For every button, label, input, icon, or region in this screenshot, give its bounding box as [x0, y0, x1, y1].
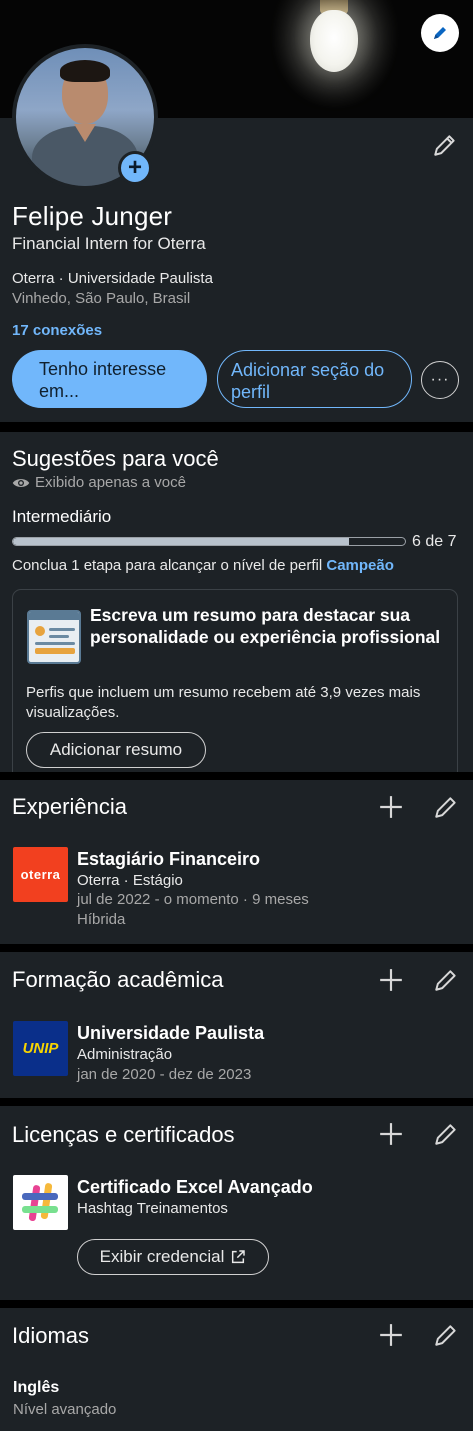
edit-licenses-icon[interactable]: [433, 1121, 459, 1147]
suggestions-title: Sugestões para você: [12, 446, 219, 471]
add-photo-plus-icon[interactable]: +: [118, 151, 152, 185]
hashtag-logo-icon[interactable]: [13, 1175, 68, 1230]
section-divider: [0, 1300, 473, 1308]
education-title: Formação acadêmica: [12, 967, 224, 992]
profile-company-school: Oterra · Universidade Paulista: [12, 270, 213, 287]
connections-link[interactable]: 17 conexões: [12, 322, 102, 339]
visibility-note: Exibido apenas a você: [12, 474, 186, 491]
pencil-icon: [434, 27, 446, 39]
add-summary-button[interactable]: Adicionar resumo: [26, 732, 206, 768]
licenses-title: Licenças e certificados: [12, 1122, 235, 1147]
profile-location: Vinhedo, São Paulo, Brasil: [12, 290, 191, 307]
edit-intro-icon[interactable]: [432, 132, 458, 158]
add-education-plus-icon[interactable]: [378, 967, 404, 993]
education-course: Administração: [77, 1046, 173, 1063]
language-level: Nível avançado: [13, 1401, 117, 1418]
unip-logo-text: UNIP: [22, 1040, 59, 1057]
experience-period: jul de 2022 - o momento · 9 meses: [77, 891, 309, 908]
oterra-logo[interactable]: oterra: [13, 847, 68, 902]
progress-fill: [13, 538, 349, 545]
external-link-icon: [232, 1250, 246, 1264]
visibility-text: Exibido apenas a você: [35, 474, 186, 491]
section-divider: [0, 422, 473, 432]
eye-icon: [12, 478, 30, 487]
experience-role[interactable]: Estagiário Financeiro: [77, 849, 260, 870]
show-credential-label: Exibir credencial: [99, 1247, 225, 1266]
suggestion-text: Perfis que incluem um resumo recebem até…: [26, 684, 421, 721]
profile-progress-bar: [12, 537, 406, 546]
section-divider: [0, 1098, 473, 1106]
experience-company: Oterra · Estágio: [77, 872, 183, 889]
light-bulb-icon: [310, 10, 358, 72]
add-license-plus-icon[interactable]: [378, 1121, 404, 1147]
license-name[interactable]: Certificado Excel Avançado: [77, 1177, 313, 1198]
profile-name: Felipe Junger: [12, 201, 173, 231]
edit-experience-icon[interactable]: [433, 794, 459, 820]
experience-mode: Híbrida: [77, 911, 126, 928]
education-period: jan de 2020 - dez de 2023: [77, 1066, 252, 1083]
add-experience-plus-icon[interactable]: [378, 794, 404, 820]
resume-illustration-icon: [27, 610, 81, 664]
license-issuer: Hashtag Treinamentos: [77, 1200, 228, 1217]
section-divider: [0, 772, 473, 780]
profile-level: Intermediário: [12, 507, 112, 526]
section-divider: [0, 944, 473, 952]
language-name: Inglês: [13, 1379, 60, 1396]
edit-languages-icon[interactable]: [433, 1322, 459, 1348]
add-profile-section-button[interactable]: Adicionar seção do perfil: [217, 350, 412, 408]
next-level-link[interactable]: Campeão: [326, 557, 394, 574]
unip-logo[interactable]: UNIP: [13, 1021, 68, 1076]
progress-hint-text: Conclua 1 etapa para alcançar o nível de…: [12, 557, 327, 574]
experience-title: Experiência: [12, 794, 127, 819]
progress-hint: Conclua 1 etapa para alcançar o nível de…: [12, 557, 394, 574]
more-options-icon[interactable]: ···: [421, 361, 459, 399]
education-school[interactable]: Universidade Paulista: [77, 1023, 264, 1044]
profile-headline: Financial Intern for Oterra: [12, 234, 206, 253]
edit-banner-button[interactable]: [421, 14, 459, 52]
open-to-button[interactable]: Tenho interesse em...: [12, 350, 207, 408]
languages-title: Idiomas: [12, 1323, 90, 1348]
suggestion-title: Escreva um resumo para destacar sua pers…: [90, 605, 441, 647]
show-credential-button[interactable]: Exibir credencial: [77, 1239, 269, 1275]
add-language-plus-icon[interactable]: [378, 1322, 404, 1348]
suggestion-card: Escreva um resumo para destacar sua pers…: [12, 589, 458, 789]
progress-label: 6 de 7: [412, 533, 457, 550]
edit-education-icon[interactable]: [433, 967, 459, 993]
